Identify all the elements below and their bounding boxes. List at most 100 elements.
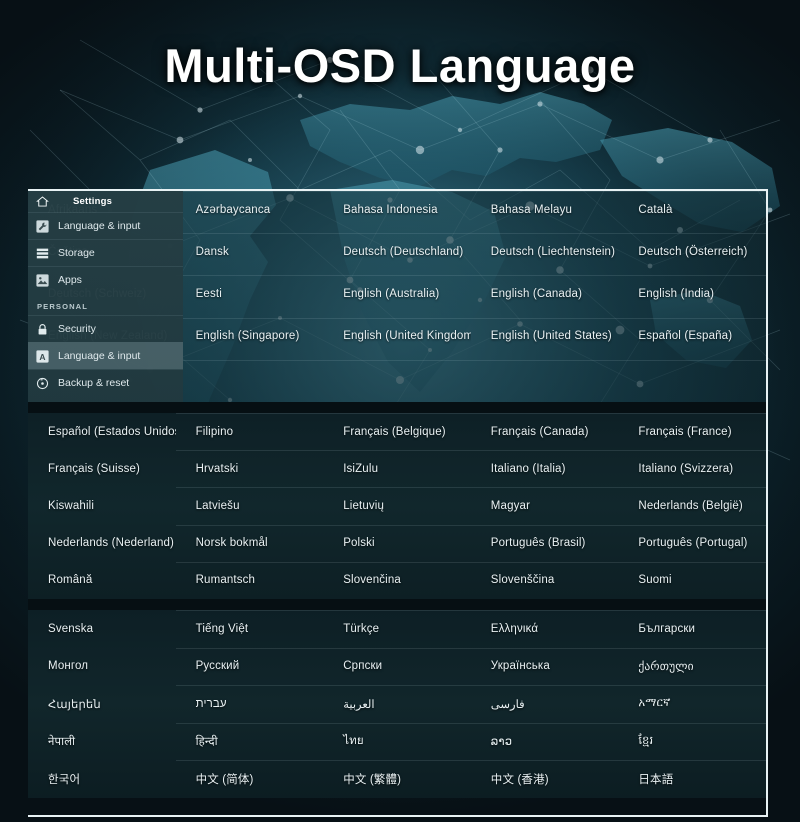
list-item[interactable]: English (Australia) bbox=[323, 275, 471, 311]
list-item[interactable]: Português (Portugal) bbox=[618, 524, 766, 561]
list-item[interactable]: English (United States) bbox=[470, 317, 619, 354]
list-item[interactable]: Nederlands (Nederland) bbox=[28, 525, 176, 561]
sidebar-item-language-input-top[interactable]: Language & input bbox=[28, 212, 183, 239]
list-item[interactable]: Nederlands (België) bbox=[618, 487, 766, 523]
sidebar-item-label: Backup & reset bbox=[58, 377, 130, 389]
list-item[interactable]: Español (Estados Unidos) bbox=[28, 413, 176, 449]
list-item[interactable]: Български bbox=[618, 610, 766, 646]
sidebar-section-personal: PERSONAL bbox=[37, 302, 88, 311]
sidebar-item-apps[interactable]: Apps bbox=[28, 266, 183, 293]
page-title: Multi-OSD Language bbox=[164, 39, 636, 92]
list-item[interactable]: Latviešu bbox=[175, 487, 324, 523]
list-item[interactable]: 日本語 bbox=[618, 760, 766, 796]
home-icon bbox=[36, 195, 49, 208]
list-item[interactable]: English (Canada) bbox=[470, 275, 619, 311]
apps-icon bbox=[36, 273, 49, 287]
sidebar-header: Settings bbox=[28, 191, 183, 212]
list-item[interactable]: 中文 (香港) bbox=[470, 760, 619, 796]
list-item[interactable]: Slovenčina bbox=[323, 561, 471, 598]
list-item bbox=[470, 359, 619, 396]
list-item[interactable]: Türkçe bbox=[323, 610, 471, 646]
list-item[interactable]: Kiswahili bbox=[28, 487, 176, 523]
list-item bbox=[618, 359, 766, 396]
list-item[interactable]: Монгол bbox=[28, 648, 176, 684]
list-item[interactable]: 中文 (繁體) bbox=[323, 760, 471, 796]
list-item bbox=[323, 359, 471, 396]
list-item[interactable]: Hrvatski bbox=[175, 450, 324, 486]
list-item[interactable]: Eesti bbox=[175, 275, 324, 311]
list-item[interactable]: Svenska bbox=[28, 610, 176, 646]
list-item[interactable]: Français (France) bbox=[618, 413, 766, 449]
language-block-3: Svenska Tiếng Việt Türkçe Ελληνικά Бълга… bbox=[28, 610, 766, 798]
sidebar-item-language-input[interactable]: A Language & input bbox=[28, 342, 183, 369]
list-item[interactable]: Bahasa Melayu bbox=[470, 191, 619, 227]
list-item bbox=[175, 359, 324, 396]
list-item[interactable]: Română bbox=[28, 562, 176, 598]
list-item[interactable]: Русский bbox=[175, 647, 324, 684]
sidebar-item-label: Language & input bbox=[58, 350, 141, 362]
list-item[interactable]: English (United Kingdom) bbox=[323, 317, 471, 354]
list-item[interactable]: ქართული bbox=[618, 647, 766, 684]
list-item[interactable]: Українська bbox=[470, 647, 619, 684]
list-item[interactable]: فارسی bbox=[470, 685, 619, 721]
list-item[interactable]: Dansk bbox=[175, 233, 324, 269]
list-item[interactable]: Deutsch (Liechtenstein) bbox=[470, 233, 619, 269]
list-item[interactable]: Suomi bbox=[618, 561, 766, 598]
list-item[interactable]: Rumantsch bbox=[175, 561, 324, 598]
settings-sidebar: Settings Language & input Storage Apps P… bbox=[28, 191, 183, 402]
list-item[interactable]: Bahasa Indonesia bbox=[323, 191, 471, 227]
list-item[interactable]: Magyar bbox=[470, 487, 619, 523]
list-item[interactable]: ไทย bbox=[323, 722, 471, 759]
list-item[interactable]: Français (Suisse) bbox=[28, 450, 176, 486]
list-item[interactable]: Español (España) bbox=[618, 317, 766, 354]
list-item[interactable]: Català bbox=[618, 191, 766, 227]
block-divider-1 bbox=[28, 402, 766, 413]
list-item[interactable]: አማርኛ bbox=[618, 685, 766, 721]
list-item[interactable]: Deutsch (Österreich) bbox=[618, 233, 766, 269]
list-item[interactable]: Lietuvių bbox=[323, 487, 471, 523]
list-item[interactable]: 한국어 bbox=[28, 760, 176, 796]
panel-footer-strip bbox=[28, 798, 766, 815]
list-item[interactable]: English (India) bbox=[618, 275, 766, 311]
list-item[interactable]: Српски bbox=[323, 647, 471, 684]
list-item[interactable]: Polski bbox=[323, 524, 471, 561]
svg-text:A: A bbox=[39, 351, 45, 361]
list-item[interactable]: Italiano (Italia) bbox=[470, 450, 619, 486]
block-divider-2 bbox=[28, 599, 766, 610]
list-item[interactable]: ខ្មែរ bbox=[618, 722, 766, 759]
list-item[interactable]: Français (Belgique) bbox=[323, 413, 471, 449]
list-item[interactable]: Slovenščina bbox=[470, 561, 619, 598]
list-item[interactable]: IsiZulu bbox=[323, 450, 471, 486]
sidebar-item-backup-reset[interactable]: Backup & reset bbox=[28, 369, 183, 396]
language-block-1: Afrikaans Azərbaycanca Bahasa Indonesia … bbox=[28, 191, 766, 402]
list-item[interactable]: Tiếng Việt bbox=[175, 610, 324, 646]
sidebar-item-label: Security bbox=[58, 323, 96, 335]
list-item[interactable]: Norsk bokmål bbox=[175, 524, 324, 561]
sidebar-item-label: Storage bbox=[58, 247, 95, 259]
list-item[interactable]: English (Singapore) bbox=[175, 317, 324, 354]
list-item[interactable]: Italiano (Svizzera) bbox=[618, 450, 766, 486]
list-item[interactable]: Filipino bbox=[175, 413, 324, 449]
list-item[interactable]: Français (Canada) bbox=[470, 413, 619, 449]
storage-icon bbox=[36, 247, 49, 260]
list-item[interactable]: Deutsch (Deutschland) bbox=[323, 233, 471, 269]
settings-panel: Afrikaans Azərbaycanca Bahasa Indonesia … bbox=[28, 189, 768, 817]
list-item[interactable]: 中文 (简体) bbox=[175, 760, 324, 796]
sidebar-item-security[interactable]: Security bbox=[28, 315, 183, 342]
list-item[interactable]: Azərbaycanca bbox=[175, 191, 324, 227]
list-item[interactable]: العربية bbox=[323, 685, 471, 721]
list-item[interactable]: Português (Brasil) bbox=[470, 524, 619, 561]
sidebar-item-label: Apps bbox=[58, 274, 82, 286]
list-item[interactable]: Ελληνικά bbox=[470, 610, 619, 646]
list-item[interactable]: ລາວ bbox=[470, 722, 619, 759]
sidebar-item-label: Language & input bbox=[58, 220, 141, 232]
backup-icon bbox=[36, 377, 49, 390]
list-item[interactable]: עברית bbox=[175, 685, 324, 721]
language-grid-2: Español (Estados Unidos) Filipino França… bbox=[28, 413, 766, 599]
list-item[interactable]: Հայերեն bbox=[28, 685, 176, 721]
list-item[interactable]: नेपाली bbox=[28, 723, 176, 759]
language-grid-3: Svenska Tiếng Việt Türkçe Ελληνικά Бълга… bbox=[28, 610, 766, 798]
list-item[interactable]: हिन्दी bbox=[175, 722, 324, 759]
sidebar-item-storage[interactable]: Storage bbox=[28, 239, 183, 266]
letter-a-icon: A bbox=[36, 349, 49, 363]
